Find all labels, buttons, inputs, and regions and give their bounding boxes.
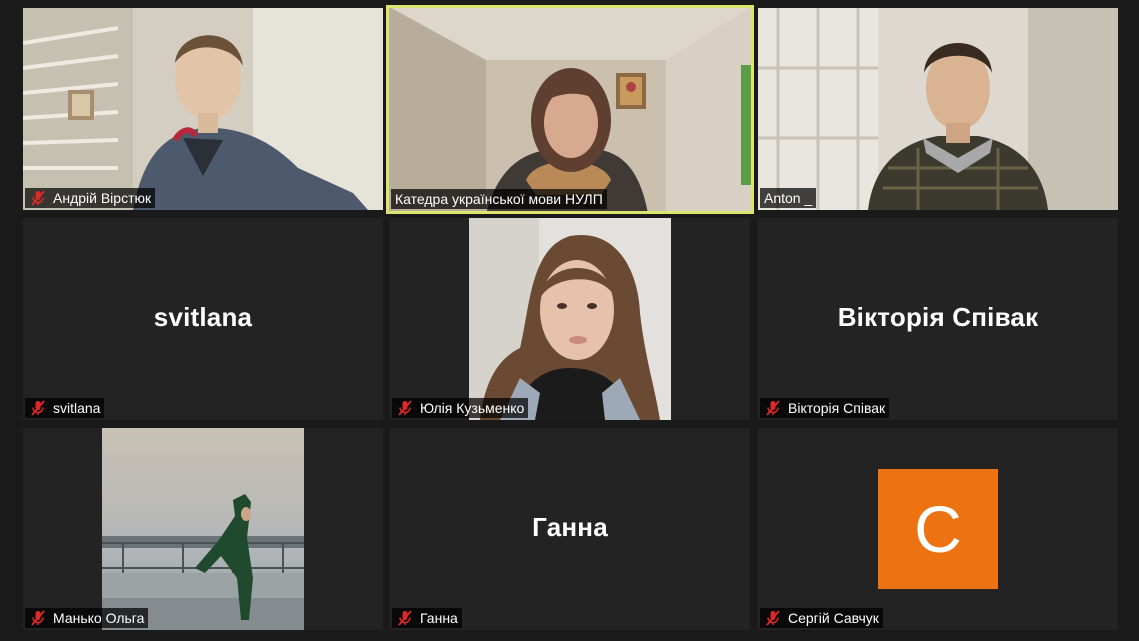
participant-nameplate: Юлія Кузьменко: [392, 398, 529, 418]
participant-tile-olha[interactable]: Манько Ольга: [23, 428, 383, 630]
microphone-muted-icon: [29, 609, 47, 627]
participant-video-feed: [758, 8, 1118, 210]
participant-tile-serhii[interactable]: C Сергій Савчук: [758, 428, 1118, 630]
participant-nameplate: Сергій Савчук: [760, 608, 883, 628]
microphone-muted-icon: [396, 609, 414, 627]
participant-nameplate: svitlana: [25, 398, 105, 418]
participant-tile-katedra[interactable]: Катедра української мови НУЛП: [386, 5, 754, 214]
participant-name: Манько Ольга: [53, 610, 145, 626]
participant-video-feed: [390, 218, 750, 420]
participant-name: Вікторія Співак: [788, 400, 886, 416]
microphone-muted-icon: [29, 399, 47, 417]
participant-tile-viktoriia[interactable]: Вікторія Співак Вікторія Співак: [758, 218, 1118, 420]
participant-name: Сергій Савчук: [788, 610, 879, 626]
microphone-muted-icon: [29, 189, 47, 207]
microphone-muted-icon: [764, 609, 782, 627]
participant-video-feed: [23, 8, 383, 210]
participant-display-name: Вікторія Співак: [837, 302, 1039, 332]
avatar: C: [878, 469, 998, 589]
participant-display-name: Ганна: [532, 512, 608, 542]
participant-nameplate: Вікторія Співак: [760, 398, 890, 418]
participant-tile-yuliia[interactable]: Юлія Кузьменко: [390, 218, 750, 420]
participant-tile-svitlana[interactable]: svitlana svitlana: [23, 218, 383, 420]
participant-name: svitlana: [53, 400, 101, 416]
participant-nameplate: Андрій Вірстюк: [25, 188, 156, 208]
participant-nameplate: Катедра української мови НУЛП: [391, 189, 607, 209]
participant-name: Андрій Вірстюк: [53, 190, 152, 206]
participant-name: Катедра української мови НУЛП: [395, 191, 603, 207]
participant-tile-hanna[interactable]: Ганна Ганна: [390, 428, 750, 630]
participant-video-feed: [386, 5, 754, 214]
participant-nameplate: Манько Ольга: [25, 608, 149, 628]
microphone-muted-icon: [764, 399, 782, 417]
video-gallery: Андрій Вірстюк Катедра української мови …: [0, 0, 1139, 641]
microphone-muted-icon: [396, 399, 414, 417]
participant-tile-anton[interactable]: Anton _: [758, 8, 1118, 210]
participant-tile-andrii[interactable]: Андрій Вірстюк: [23, 8, 383, 210]
participant-name: Anton _: [764, 190, 813, 206]
participant-nameplate: Anton _: [760, 188, 817, 208]
participant-name: Юлія Кузьменко: [420, 400, 525, 416]
participant-display-name: svitlana: [153, 302, 253, 332]
participant-nameplate: Ганна: [392, 608, 462, 628]
participant-video-feed: [23, 428, 383, 630]
participant-name: Ганна: [420, 610, 458, 626]
